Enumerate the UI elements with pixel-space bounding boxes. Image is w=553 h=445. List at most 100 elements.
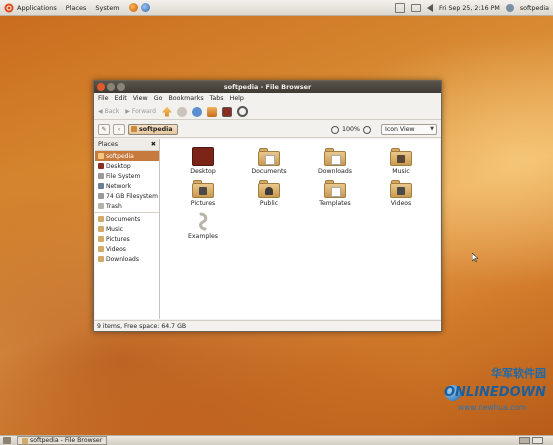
sidebar-header[interactable]: Places ✖ xyxy=(95,139,159,151)
menu-help[interactable]: Help xyxy=(230,95,244,102)
sidebar-item-label: Trash xyxy=(106,202,122,210)
file-item-videos[interactable]: Videos xyxy=(379,179,423,207)
folder-icon xyxy=(22,437,28,444)
toggle-location-icon[interactable]: ✎ xyxy=(98,123,110,135)
zoom-out-icon[interactable] xyxy=(331,125,339,134)
downloads-folder-icon xyxy=(324,147,346,166)
folder-icon xyxy=(98,246,104,252)
stop-icon[interactable] xyxy=(176,106,187,117)
sidebar-close-icon[interactable]: ✖ xyxy=(151,141,156,148)
workspace-2[interactable] xyxy=(532,437,543,444)
menu-system[interactable]: System xyxy=(95,4,119,12)
sidebar-item-label: Pictures xyxy=(106,235,130,243)
file-item-music[interactable]: Music xyxy=(379,147,423,175)
reload-icon[interactable] xyxy=(191,106,202,117)
ubuntu-logo-icon[interactable] xyxy=(4,3,14,13)
sidebar-item-music[interactable]: Music xyxy=(95,224,159,234)
search-icon[interactable] xyxy=(236,106,248,117)
sidebar-item-videos[interactable]: Videos xyxy=(95,244,159,254)
desktop-folder-icon xyxy=(192,147,214,166)
menu-go[interactable]: Go xyxy=(154,95,163,102)
file-item-downloads[interactable]: Downloads xyxy=(313,147,357,175)
home-icon[interactable] xyxy=(206,106,217,117)
sidebar-item-documents[interactable]: Documents xyxy=(95,214,159,224)
pictures-folder-icon xyxy=(192,179,214,198)
folder-icon xyxy=(98,256,104,262)
path-left-arrow-icon[interactable]: ‹ xyxy=(113,123,125,135)
minimize-window-icon[interactable] xyxy=(107,83,115,91)
file-item-examples[interactable]: Examples xyxy=(181,212,225,240)
taskbar-button-file-browser[interactable]: softpedia - File Browser xyxy=(17,436,108,445)
watermark: 华军软件园 ONLINEDOWN www.newhua.com xyxy=(444,365,550,431)
window-title: softpedia - File Browser xyxy=(223,83,312,91)
help-launcher-icon[interactable] xyxy=(140,3,150,12)
computer-icon[interactable] xyxy=(221,106,232,117)
folder-icon xyxy=(98,236,104,242)
file-item-public[interactable]: Public xyxy=(247,179,291,207)
top-panel: Applications Places System Fri Sep 25, 2… xyxy=(0,0,553,16)
sidebar-item-pictures[interactable]: Pictures xyxy=(95,234,159,244)
drive-icon xyxy=(98,173,104,179)
firefox-launcher-icon[interactable] xyxy=(128,3,138,12)
sidebar-item-file-system[interactable]: File System xyxy=(95,171,159,181)
drive-icon xyxy=(98,193,104,199)
menu-tabs[interactable]: Tabs xyxy=(210,95,224,102)
user-icon[interactable] xyxy=(505,4,514,12)
window-titlebar[interactable]: softpedia - File Browser xyxy=(94,81,441,93)
zoom-controls: 100% xyxy=(331,121,372,138)
templates-folder-icon xyxy=(324,179,346,198)
network-icon[interactable] xyxy=(395,3,406,13)
file-item-label: Documents xyxy=(251,168,287,175)
sidebar-item-desktop[interactable]: Desktop xyxy=(95,161,159,171)
menu-places[interactable]: Places xyxy=(66,4,87,12)
sidebar-item-label: Documents xyxy=(106,215,141,223)
sidebar-item-trash[interactable]: Trash xyxy=(95,201,159,211)
videos-folder-icon xyxy=(390,179,412,198)
sidebar-title[interactable]: Places xyxy=(98,141,118,148)
sidebar-item-downloads[interactable]: Downloads xyxy=(95,254,159,264)
window-menubar: File Edit View Go Bookmarks Tabs Help xyxy=(94,93,441,103)
up-arrow-icon[interactable] xyxy=(161,106,172,117)
workspace-1[interactable] xyxy=(519,437,530,444)
sidebar-item-74gb-filesystem[interactable]: 74 GB Filesystem xyxy=(95,191,159,201)
show-desktop-icon[interactable] xyxy=(3,437,11,444)
home-folder-icon xyxy=(131,126,137,132)
sidebar-item-label: Music xyxy=(106,225,124,233)
menu-file[interactable]: File xyxy=(98,95,109,102)
sidebar-item-label: Network xyxy=(106,182,132,190)
sidebar-item-softpedia[interactable]: softpedia xyxy=(95,151,159,161)
file-item-desktop[interactable]: Desktop xyxy=(181,147,225,175)
file-item-label: Public xyxy=(259,200,279,207)
file-item-label: Videos xyxy=(390,200,412,207)
breadcrumb[interactable]: softpedia xyxy=(128,123,178,135)
file-item-pictures[interactable]: Pictures xyxy=(181,179,225,207)
forward-label: Forward xyxy=(131,108,156,115)
forward-button[interactable]: ▶ Forward xyxy=(125,108,156,115)
file-item-templates[interactable]: Templates xyxy=(313,179,357,207)
documents-folder-icon xyxy=(258,147,280,166)
public-folder-icon xyxy=(258,179,280,198)
forward-arrow-icon: ▶ xyxy=(125,108,130,115)
file-item-label: Desktop xyxy=(190,168,216,175)
sidebar-item-label: Videos xyxy=(106,245,126,253)
zoom-level[interactable]: 100% xyxy=(342,126,360,133)
music-folder-icon xyxy=(390,147,412,166)
bottom-panel: softpedia - File Browser xyxy=(0,435,553,445)
mail-icon[interactable] xyxy=(411,4,422,12)
maximize-window-icon[interactable] xyxy=(117,83,125,91)
clock[interactable]: Fri Sep 25, 2:16 PM xyxy=(439,5,500,12)
menu-bookmarks[interactable]: Bookmarks xyxy=(168,95,203,102)
sidebar-item-network[interactable]: Network xyxy=(95,181,159,191)
menu-edit[interactable]: Edit xyxy=(115,95,127,102)
user-name[interactable]: softpedia xyxy=(520,5,549,12)
close-window-icon[interactable] xyxy=(97,83,105,91)
volume-icon[interactable] xyxy=(427,4,434,12)
menu-view[interactable]: View xyxy=(133,95,148,102)
mouse-cursor-icon xyxy=(472,253,478,262)
back-button[interactable]: ◀ Back xyxy=(98,108,119,115)
view-mode-select[interactable]: Icon View ▼ xyxy=(381,124,437,135)
menu-applications[interactable]: Applications xyxy=(17,4,57,12)
file-item-documents[interactable]: Documents xyxy=(247,147,291,175)
zoom-in-icon[interactable] xyxy=(363,125,372,134)
trash-icon xyxy=(98,203,104,209)
